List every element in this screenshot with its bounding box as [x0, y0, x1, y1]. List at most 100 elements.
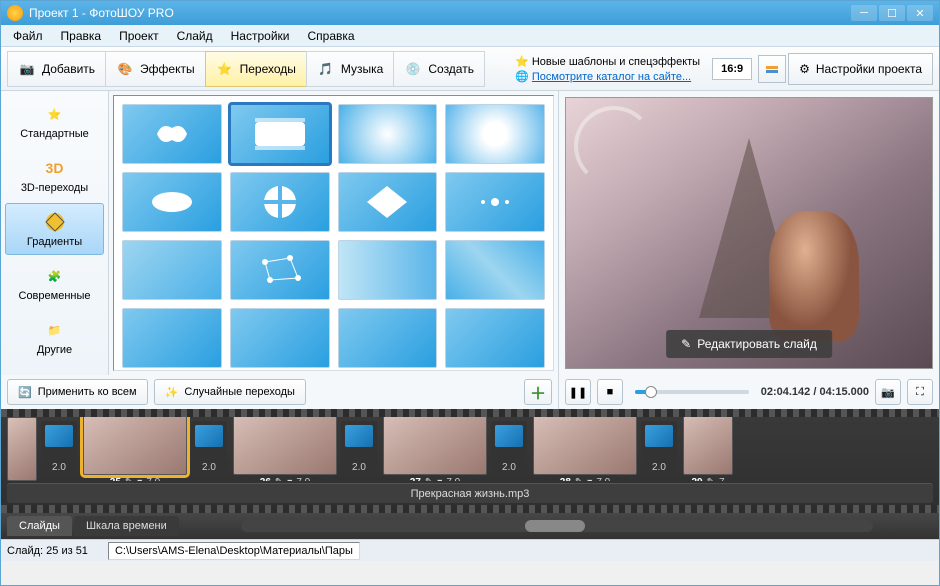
transition-duration: 2.0 — [352, 462, 366, 473]
menu-slide[interactable]: Слайд — [169, 27, 221, 45]
chevron-down-icon[interactable]: ▾ — [287, 477, 292, 482]
transition-thumb[interactable] — [445, 104, 545, 164]
transition-thumb[interactable] — [445, 308, 545, 368]
camera-icon: 📷 — [18, 60, 36, 78]
transition-thumb[interactable] — [230, 240, 330, 300]
chevron-down-icon[interactable]: ▾ — [137, 477, 142, 482]
project-settings-button[interactable]: ⚙ Настройки проекта — [788, 53, 933, 85]
stop-button[interactable]: ■ — [597, 379, 623, 405]
category-label: Градиенты — [27, 236, 82, 248]
slide-thumb[interactable] — [7, 417, 37, 481]
transition-thumb[interactable] — [338, 172, 438, 232]
menu-help[interactable]: Справка — [299, 27, 362, 45]
transitions-button[interactable]: ⭐ Переходы — [205, 51, 307, 87]
audio-filename: Прекрасная жизнь.mp3 — [411, 488, 530, 500]
catalog-link[interactable]: Посмотрите каталог на сайте... — [532, 71, 691, 83]
transition-thumb[interactable] — [338, 308, 438, 368]
category-3d[interactable]: 3D 3D-переходы — [5, 149, 104, 201]
pencil-icon[interactable]: ✎ — [707, 477, 715, 482]
transition-thumb[interactable] — [338, 104, 438, 164]
pencil-icon[interactable]: ✎ — [275, 477, 283, 482]
apply-all-label: Применить ко всем — [38, 386, 137, 398]
transition-thumb[interactable] — [445, 172, 545, 232]
minimize-button[interactable]: ─ — [851, 5, 877, 21]
slide-number: 27 — [410, 477, 421, 482]
seek-knob[interactable] — [645, 386, 657, 398]
menu-edit[interactable]: Правка — [53, 27, 110, 45]
menu-bar: Файл Правка Проект Слайд Настройки Справ… — [1, 25, 939, 47]
pause-button[interactable]: ❚❚ — [565, 379, 591, 405]
slide-number: 25 — [110, 477, 121, 482]
category-modern[interactable]: 🧩 Современные — [5, 257, 104, 309]
effects-button[interactable]: 🎨 Эффекты — [105, 51, 206, 87]
playback-controls: ❚❚ ■ 02:04.142 / 04:15.000 📷 ⛶ — [559, 375, 939, 409]
transition-thumb[interactable] — [230, 308, 330, 368]
slide-strip[interactable]: 2.0 25✎▾7.0 2.0 26✎▾7.0 2.0 27✎▾7.0 2.0 — [1, 417, 939, 481]
slide-thumb[interactable] — [83, 417, 187, 475]
aspect-ratio[interactable]: 16:9 — [712, 58, 752, 80]
transition-duration: 2.0 — [202, 462, 216, 473]
slide-item[interactable]: 25✎▾7.0 — [83, 417, 187, 481]
snapshot-button[interactable]: 📷 — [875, 379, 901, 405]
apply-all-button[interactable]: 🔄 Применить ко всем — [7, 379, 148, 405]
category-other[interactable]: 📁 Другие — [5, 311, 104, 363]
transition-chip[interactable]: 2.0 — [341, 421, 377, 477]
tab-timeline[interactable]: Шкала времени — [74, 516, 179, 536]
slide-thumb[interactable] — [383, 417, 487, 475]
music-button[interactable]: 🎵 Музыка — [306, 51, 394, 87]
slide-thumb[interactable] — [233, 417, 337, 475]
transition-thumb[interactable] — [122, 172, 222, 232]
pencil-icon[interactable]: ✎ — [575, 477, 583, 482]
slide-frame-partial: 2.0 — [7, 417, 77, 481]
random-transitions-button[interactable]: ✨ Случайные переходы — [154, 379, 306, 405]
add-transition-button[interactable]: ＋ — [524, 379, 552, 405]
menu-settings[interactable]: Настройки — [223, 27, 298, 45]
transition-chip[interactable]: 2.0 — [191, 421, 227, 477]
pencil-icon[interactable]: ✎ — [125, 477, 133, 482]
scrollbar-thumb[interactable] — [525, 520, 585, 532]
category-standard[interactable]: ⭐ Стандартные — [5, 95, 104, 147]
slide-number: 28 — [560, 477, 571, 482]
create-button[interactable]: 💿 Создать — [393, 51, 485, 87]
category-gradients[interactable]: Градиенты — [5, 203, 104, 255]
transition-thumb[interactable] — [445, 240, 545, 300]
slide-number: 26 — [260, 477, 271, 482]
slide-item[interactable]: 28 ✎ ▾ 7.0 — [533, 417, 637, 481]
category-list: ⭐ Стандартные 3D 3D-переходы Градиенты 🧩… — [1, 91, 109, 375]
transition-thumb[interactable] — [122, 308, 222, 368]
transition-thumb[interactable] — [122, 104, 222, 164]
edit-slide-button[interactable]: ✎ Редактировать слайд — [666, 330, 832, 358]
slide-item[interactable]: 27✎▾7.0 — [383, 417, 487, 481]
transition-thumb[interactable] — [230, 104, 330, 164]
maximize-button[interactable]: ☐ — [879, 5, 905, 21]
close-button[interactable]: ✕ — [907, 5, 933, 21]
add-button[interactable]: 📷 Добавить — [7, 51, 106, 87]
chevron-down-icon[interactable]: ▾ — [587, 477, 592, 482]
menu-project[interactable]: Проект — [111, 27, 167, 45]
chevron-down-icon[interactable]: ▾ — [437, 477, 442, 482]
menu-file[interactable]: Файл — [5, 27, 51, 45]
slide-duration: 7.0 — [596, 477, 610, 482]
transition-thumb[interactable] — [338, 240, 438, 300]
slide-thumb[interactable] — [683, 417, 733, 475]
audio-track[interactable]: Прекрасная жизнь.mp3 — [7, 483, 933, 503]
slide-item[interactable]: 26✎▾7.0 — [233, 417, 337, 481]
gear-icon: ⚙ — [799, 62, 810, 76]
tab-slides[interactable]: Слайды — [7, 516, 72, 536]
transition-thumb[interactable] — [230, 172, 330, 232]
slide-item[interactable]: 29✎7 — [683, 417, 733, 481]
edit-slide-label: Редактировать слайд — [697, 337, 817, 351]
seek-slider[interactable] — [635, 390, 749, 394]
fullscreen-button[interactable]: ⛶ — [907, 379, 933, 405]
category-label: Другие — [37, 344, 72, 356]
transition-thumb[interactable] — [122, 240, 222, 300]
slide-thumb[interactable] — [533, 417, 637, 475]
transition-duration: 2.0 — [52, 462, 66, 473]
transition-chip[interactable]: 2.0 — [41, 421, 77, 477]
transition-chip[interactable]: 2.0 — [491, 421, 527, 477]
view-mode-button[interactable] — [758, 55, 786, 83]
preview-viewport[interactable]: ✎ Редактировать слайд — [565, 97, 933, 369]
horizontal-scrollbar[interactable] — [241, 520, 873, 532]
pencil-icon[interactable]: ✎ — [425, 477, 433, 482]
transition-chip[interactable]: 2.0 — [641, 421, 677, 477]
